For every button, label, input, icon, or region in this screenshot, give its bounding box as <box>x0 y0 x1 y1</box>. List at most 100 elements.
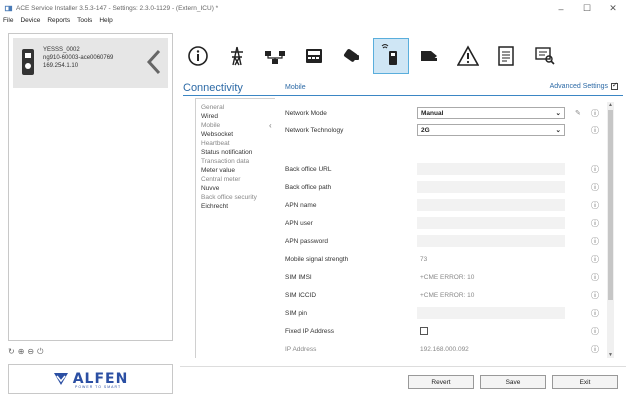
apn-password-input[interactable] <box>417 235 565 247</box>
ip-address-label: IP Address <box>285 345 317 353</box>
info-icon[interactable]: ⓘ <box>591 236 599 247</box>
chevron-down-icon: ⌄ <box>555 127 561 134</box>
row-apn-name: APN name ⓘ <box>285 196 605 214</box>
app-icon <box>4 5 13 12</box>
category-central-meter[interactable]: Central meter <box>201 175 275 184</box>
revert-button[interactable]: Revert <box>408 375 474 389</box>
info-icon[interactable]: ⓘ <box>591 254 599 265</box>
back-office-path-input[interactable] <box>417 181 565 193</box>
device-ip: 169.254.1.10 <box>43 63 79 69</box>
advanced-settings[interactable]: Advanced Settings <box>550 81 618 90</box>
category-general[interactable]: General <box>201 103 275 112</box>
logo-box: ALFEN POWER TO SMART <box>8 364 173 394</box>
power-icon[interactable]: ⏻ <box>37 347 43 357</box>
title-bar: ACE Service Installer 3.5.3-147 - Settin… <box>0 0 626 17</box>
close-button[interactable]: ✕ <box>600 0 626 17</box>
network-technology-select[interactable]: 2G ⌄ <box>417 124 565 136</box>
alfen-logo-icon <box>53 373 68 385</box>
device-id: ng910-60003-ace0060769 <box>43 55 114 61</box>
minimize-button[interactable]: – <box>548 0 574 17</box>
warning-tool-icon[interactable] <box>450 38 486 74</box>
row-apn-user: APN user ⓘ <box>285 214 605 232</box>
apn-name-label: APN name <box>285 201 317 209</box>
remove-icon[interactable]: ⊖ <box>27 347 34 357</box>
info-icon[interactable]: ⓘ <box>591 164 599 175</box>
advanced-settings-checkbox[interactable] <box>611 81 618 90</box>
info-icon[interactable]: ⓘ <box>591 182 599 193</box>
pencil-icon[interactable]: ✎ <box>575 109 581 117</box>
sub-section-title: Mobile <box>285 84 306 91</box>
window-controls: – ☐ ✕ <box>548 0 626 17</box>
network-mode-value: Manual <box>421 109 444 117</box>
grid-tower-tool-icon[interactable] <box>219 38 255 74</box>
row-sim-iccid: SIM ICCID +CME ERROR: 10 ⓘ <box>285 286 605 304</box>
menu-tools[interactable]: Tools <box>77 17 92 29</box>
scroll-up-icon[interactable]: ▲ <box>607 102 614 108</box>
category-heartbeat[interactable]: Heartbeat <box>201 139 275 148</box>
row-network-technology: Network Technology 2G ⌄ ⓘ <box>285 121 605 139</box>
category-status-notification[interactable]: Status notification <box>201 148 275 157</box>
chevron-left-icon[interactable] <box>146 48 162 76</box>
category-list: General Wired Mobile ‹ Websocket Heartbe… <box>195 98 275 358</box>
row-network-mode: Network Mode Manual ⌄ ✎ ⓘ <box>285 104 605 122</box>
category-meter-value[interactable]: Meter value <box>201 166 275 175</box>
info-icon[interactable]: ⓘ <box>591 344 599 355</box>
ip-address-value: 192.168.000.092 <box>420 345 469 353</box>
document-tool-icon[interactable] <box>488 38 524 74</box>
row-sim-imsi: SIM IMSI +CME ERROR: 10 ⓘ <box>285 268 605 286</box>
maximize-button[interactable]: ☐ <box>574 0 600 17</box>
back-office-url-input[interactable] <box>417 163 565 175</box>
save-button[interactable]: Save <box>480 375 546 389</box>
network-tool-icon[interactable] <box>257 38 293 74</box>
info-icon[interactable]: ⓘ <box>591 326 599 337</box>
info-icon[interactable]: ⓘ <box>591 272 599 283</box>
info-icon[interactable]: ⓘ <box>591 308 599 319</box>
add-icon[interactable]: ⊕ <box>18 347 25 357</box>
chevron-left-icon: ‹ <box>269 121 272 130</box>
sim-pin-label: SIM pin <box>285 309 308 317</box>
info-icon[interactable]: ⓘ <box>591 290 599 301</box>
category-wired[interactable]: Wired <box>201 112 275 121</box>
back-office-url-label: Back office URL <box>285 165 332 173</box>
menu-device[interactable]: Device <box>20 17 40 29</box>
info-icon[interactable]: ⓘ <box>591 218 599 229</box>
info-icon[interactable]: ⓘ <box>591 200 599 211</box>
sim-iccid-value: +CME ERROR: 10 <box>420 291 475 299</box>
scroll-thumb[interactable] <box>608 110 613 300</box>
category-websocket[interactable]: Websocket <box>201 130 275 139</box>
card-tool-icon[interactable] <box>334 38 370 74</box>
info-icon[interactable]: ⓘ <box>591 125 599 136</box>
sim-pin-input[interactable] <box>417 307 565 319</box>
category-nuvve[interactable]: Nuvve <box>201 184 275 193</box>
apn-name-input[interactable] <box>417 199 565 211</box>
menu-reports[interactable]: Reports <box>47 17 70 29</box>
row-sim-pin: SIM pin ⓘ <box>285 304 605 322</box>
fixed-ip-checkbox[interactable] <box>420 327 428 335</box>
category-transaction-data[interactable]: Transaction data <box>201 157 275 166</box>
device-card[interactable]: YESSS_0002 ng910-60003-ace0060769 169.25… <box>13 38 168 88</box>
device-name: YESSS_0002 <box>43 47 80 53</box>
refresh-icon[interactable]: ↻ <box>8 347 15 357</box>
sim-imsi-value: +CME ERROR: 10 <box>420 273 475 281</box>
info-tool-icon[interactable] <box>180 38 216 74</box>
row-back-office-path: Back office path ⓘ <box>285 178 605 196</box>
search-screen-tool-icon[interactable] <box>527 38 563 74</box>
info-icon[interactable]: ⓘ <box>591 108 599 119</box>
network-mode-select[interactable]: Manual ⌄ <box>417 107 565 119</box>
category-mobile[interactable]: Mobile ‹ <box>201 121 275 130</box>
cable-tool-icon[interactable] <box>411 38 447 74</box>
network-technology-value: 2G <box>421 126 430 134</box>
category-back-office-security[interactable]: Back office security <box>201 193 275 202</box>
section-title: Connectivity <box>183 82 243 94</box>
scroll-down-icon[interactable]: ▼ <box>607 352 614 358</box>
footer-divider <box>180 366 626 367</box>
exit-button[interactable]: Exit <box>552 375 618 389</box>
display-tool-icon[interactable] <box>296 38 332 74</box>
menu-help[interactable]: Help <box>99 17 112 29</box>
form-scrollbar[interactable]: ▲ ▼ <box>607 102 614 358</box>
menu-file[interactable]: File <box>3 17 13 29</box>
connectivity-tool-icon[interactable] <box>372 38 409 74</box>
apn-user-label: APN user <box>285 219 313 227</box>
category-eichrecht[interactable]: Eichrecht <box>201 202 275 211</box>
apn-user-input[interactable] <box>417 217 565 229</box>
